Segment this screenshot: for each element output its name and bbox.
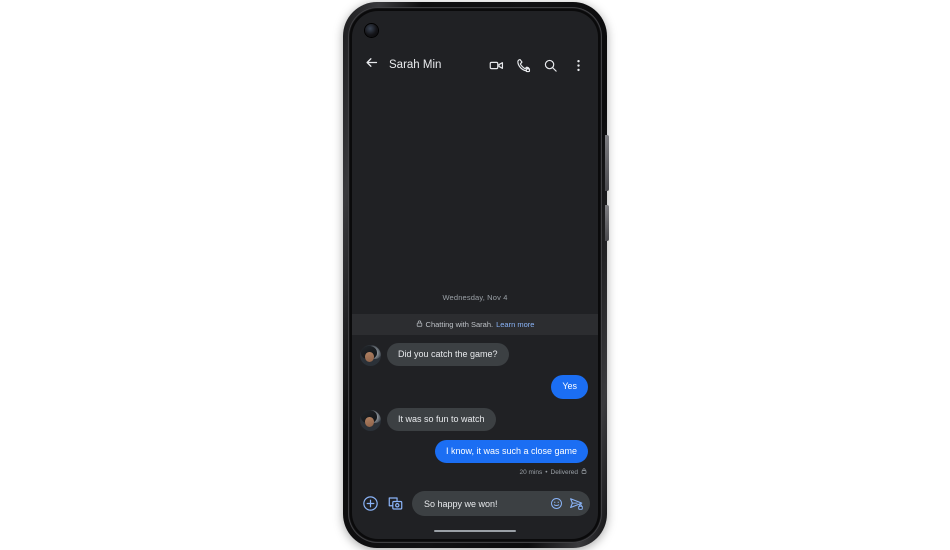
- voice-call-icon[interactable]: [516, 58, 531, 73]
- encryption-banner-text: Chatting with Sarah.: [425, 320, 494, 329]
- screenshot-canvas: Sarah Min Wednesday, Nov 4 Chatting with…: [0, 0, 950, 550]
- message-status: 20 mins • Delivered: [360, 468, 587, 476]
- message-row[interactable]: Yes: [360, 375, 588, 399]
- video-call-icon[interactable]: [489, 58, 504, 73]
- send-encrypted-icon[interactable]: [569, 496, 584, 511]
- message-row[interactable]: Did you catch the game?: [360, 343, 588, 367]
- arrow-back-icon[interactable]: [364, 55, 379, 75]
- message-bubble-incoming[interactable]: It was so fun to watch: [387, 407, 496, 431]
- home-indicator: [434, 529, 516, 533]
- overflow-menu-icon[interactable]: [571, 58, 586, 73]
- emoji-smiley-icon[interactable]: [550, 497, 563, 510]
- date-separator: Wednesday, Nov 4: [442, 293, 508, 302]
- message-bubble-outgoing[interactable]: I know, it was such a close game: [434, 439, 588, 463]
- compose-bar: So happy we won!: [352, 486, 598, 523]
- front-camera-icon: [365, 24, 378, 37]
- message-list: Did you catch the game? Yes It was so fu…: [352, 335, 598, 486]
- message-row[interactable]: It was so fun to watch: [360, 407, 588, 431]
- learn-more-link[interactable]: Learn more: [496, 320, 534, 329]
- encryption-banner: Chatting with Sarah. Learn more: [352, 314, 598, 335]
- lock-icon: [416, 320, 423, 329]
- home-gesture-bar[interactable]: [352, 523, 598, 539]
- message-bubble-outgoing[interactable]: Yes: [551, 375, 588, 399]
- delivery-status: Delivered: [550, 468, 578, 476]
- message-bubble-incoming[interactable]: Did you catch the game?: [387, 343, 509, 367]
- add-circle-icon[interactable]: [362, 495, 379, 512]
- message-timestamp: 20 mins: [519, 468, 543, 476]
- contact-name-title[interactable]: Sarah Min: [389, 59, 477, 71]
- phone-screen: Sarah Min Wednesday, Nov 4 Chatting with…: [352, 11, 598, 539]
- volume-rocker-button[interactable]: [605, 135, 609, 191]
- message-input-value[interactable]: So happy we won!: [424, 499, 544, 509]
- gallery-photo-icon[interactable]: [387, 495, 404, 512]
- lock-icon: [581, 468, 587, 476]
- power-button[interactable]: [605, 205, 609, 241]
- search-icon[interactable]: [543, 58, 558, 73]
- conversation-thread[interactable]: Wednesday, Nov 4 Chatting with Sarah. Le…: [352, 88, 598, 486]
- message-row[interactable]: I know, it was such a close game: [360, 439, 588, 463]
- message-input-field[interactable]: So happy we won!: [412, 491, 590, 516]
- contact-avatar[interactable]: [360, 409, 381, 431]
- conversation-app-bar: Sarah Min: [352, 42, 598, 88]
- contact-avatar[interactable]: [360, 345, 381, 367]
- status-separator: •: [545, 468, 548, 476]
